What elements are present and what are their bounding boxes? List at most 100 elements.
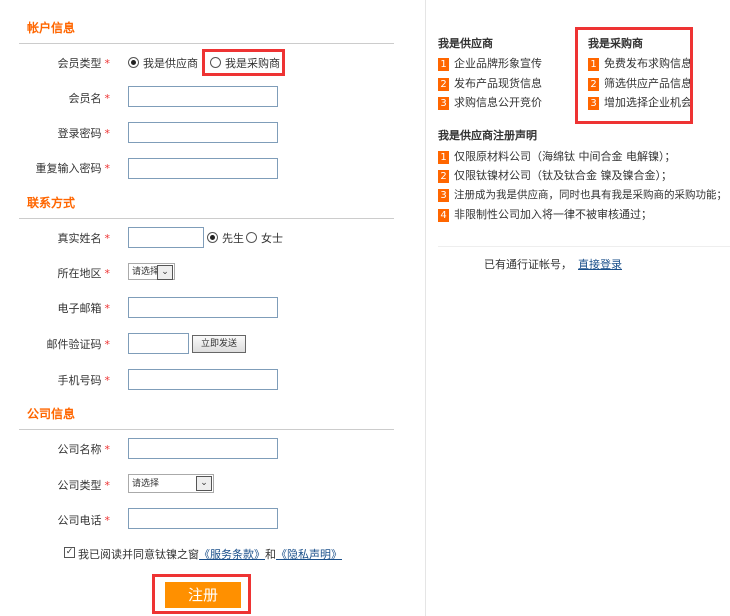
declaration-title: 我是供应商注册声明 bbox=[438, 129, 537, 142]
region-label: 所在地区 * bbox=[0, 265, 111, 281]
label-text: 会员名 bbox=[68, 92, 102, 105]
company-phone-input[interactable] bbox=[128, 508, 278, 529]
item-text: 发布产品现货信息 bbox=[454, 77, 542, 90]
item-text: 求购信息公开竞价 bbox=[454, 96, 542, 109]
label-text: 公司名称 bbox=[57, 443, 102, 456]
radio-icon bbox=[128, 57, 139, 68]
mobile-label: 手机号码 * bbox=[0, 372, 111, 388]
email-code-label: 邮件验证码 * bbox=[0, 336, 111, 352]
label-text: 会员类型 bbox=[57, 57, 102, 70]
label-text: 登录密码 bbox=[57, 127, 102, 140]
username-input[interactable] bbox=[128, 86, 278, 107]
send-code-button[interactable]: 立即发送 bbox=[192, 335, 246, 353]
divider bbox=[19, 429, 394, 430]
required-mark: * bbox=[104, 479, 111, 492]
select-value: 请选择 bbox=[132, 267, 160, 277]
radio-icon bbox=[207, 232, 218, 243]
number-badge: 3 bbox=[438, 97, 449, 110]
list-item: 2 发布产品现货信息 bbox=[438, 75, 542, 91]
label-text: 真实姓名 bbox=[57, 232, 102, 245]
username-label: 会员名 * bbox=[0, 90, 111, 106]
item-text: 注册成为我是供应商，同时也具有我是采购商的采购功能； bbox=[454, 189, 727, 201]
agreement-checkbox[interactable]: ✓ bbox=[64, 547, 75, 558]
required-mark: * bbox=[104, 92, 111, 105]
radio-label: 女士 bbox=[261, 232, 283, 245]
radio-label: 我是供应商 bbox=[143, 57, 198, 70]
chevron-down-icon: ⌄ bbox=[157, 265, 173, 280]
label-text: 邮件验证码 bbox=[46, 338, 102, 351]
agreement-text: 我已阅读并同意钛镍之窗 bbox=[78, 548, 199, 561]
company-name-input[interactable] bbox=[128, 438, 278, 459]
password-input[interactable] bbox=[128, 122, 278, 143]
region-select[interactable]: 请选择 ⌄ bbox=[128, 263, 175, 280]
number-badge: 2 bbox=[438, 170, 449, 183]
list-item: 4 非限制性公司加入将一律不被审核通过； bbox=[438, 206, 652, 222]
required-mark: * bbox=[104, 374, 111, 387]
agreement-row: ✓ 我已阅读并同意钛镍之窗《服务条款》和《隐私声明》 bbox=[64, 546, 342, 562]
divider bbox=[19, 43, 394, 44]
company-phone-label: 公司电话 * bbox=[0, 512, 111, 528]
label-text: 手机号码 bbox=[57, 374, 102, 387]
vertical-divider bbox=[425, 0, 426, 616]
section-contact-title: 联系方式 bbox=[27, 196, 76, 210]
list-item: 2 仅限钛镍材公司（钛及钛合金 镍及镍合金）； bbox=[438, 167, 672, 183]
item-text: 非限制性公司加入将一律不被审核通过； bbox=[454, 208, 652, 221]
highlight-box bbox=[575, 27, 693, 124]
mobile-input[interactable] bbox=[128, 369, 278, 390]
item-text: 仅限钛镍材公司（钛及钛合金 镍及镍合金）； bbox=[454, 169, 672, 182]
required-mark: * bbox=[104, 338, 111, 351]
email-input[interactable] bbox=[128, 297, 278, 318]
list-item: 3 求购信息公开竞价 bbox=[438, 94, 542, 110]
member-type-label: 会员类型 * bbox=[0, 55, 111, 71]
radio-female[interactable]: 女士 bbox=[246, 230, 283, 246]
required-mark: * bbox=[104, 443, 111, 456]
login-prompt-text: 已有通行证帐号， bbox=[484, 258, 572, 271]
email-label: 电子邮箱 * bbox=[0, 300, 111, 316]
realname-input[interactable] bbox=[128, 227, 204, 248]
radio-male[interactable]: 先生 bbox=[207, 230, 244, 246]
number-badge: 3 bbox=[438, 189, 449, 202]
company-type-select[interactable]: 请选择 ⌄ bbox=[128, 474, 214, 493]
required-mark: * bbox=[104, 232, 111, 245]
label-text: 重复输入密码 bbox=[35, 162, 102, 175]
required-mark: * bbox=[104, 267, 111, 280]
realname-label: 真实姓名 * bbox=[0, 230, 111, 246]
label-text: 公司电话 bbox=[57, 514, 102, 527]
item-text: 仅限原材料公司（海绵钛 中间合金 电解镍）； bbox=[454, 150, 676, 163]
number-badge: 2 bbox=[438, 78, 449, 91]
confirm-password-label: 重复输入密码 * bbox=[0, 160, 111, 176]
required-mark: * bbox=[104, 57, 111, 70]
list-item: 1 仅限原材料公司（海绵钛 中间合金 电解镍）； bbox=[438, 148, 676, 164]
radio-label: 先生 bbox=[222, 232, 244, 245]
privacy-link[interactable]: 《隐私声明》 bbox=[276, 548, 342, 561]
label-text: 电子邮箱 bbox=[57, 302, 102, 315]
section-company-title: 公司信息 bbox=[27, 407, 76, 421]
chevron-down-icon: ⌄ bbox=[196, 476, 212, 491]
required-mark: * bbox=[104, 127, 111, 140]
company-name-label: 公司名称 * bbox=[0, 441, 111, 457]
divider bbox=[19, 218, 394, 219]
required-mark: * bbox=[104, 162, 111, 175]
login-link[interactable]: 直接登录 bbox=[578, 258, 622, 271]
supplier-title: 我是供应商 bbox=[438, 37, 493, 50]
company-type-label: 公司类型 * bbox=[0, 477, 111, 493]
highlight-box bbox=[152, 574, 251, 614]
item-text: 企业品牌形象宣传 bbox=[454, 57, 542, 70]
password-label: 登录密码 * bbox=[0, 125, 111, 141]
highlight-box bbox=[202, 49, 285, 76]
confirm-password-input[interactable] bbox=[128, 158, 278, 179]
radio-supplier[interactable]: 我是供应商 bbox=[128, 55, 198, 71]
login-prompt: 已有通行证帐号， 直接登录 bbox=[484, 256, 622, 272]
required-mark: * bbox=[104, 514, 111, 527]
divider bbox=[438, 246, 730, 247]
select-value: 请选择 bbox=[132, 479, 160, 489]
label-text: 所在地区 bbox=[57, 267, 102, 280]
email-code-input[interactable] bbox=[128, 333, 189, 354]
list-item: 1 企业品牌形象宣传 bbox=[438, 55, 542, 71]
list-item: 3 注册成为我是供应商，同时也具有我是采购商的采购功能； bbox=[438, 187, 727, 202]
required-mark: * bbox=[104, 302, 111, 315]
terms-link[interactable]: 《服务条款》 bbox=[199, 548, 265, 561]
section-account-title: 帐户信息 bbox=[27, 21, 76, 35]
number-badge: 4 bbox=[438, 209, 449, 222]
number-badge: 1 bbox=[438, 58, 449, 71]
